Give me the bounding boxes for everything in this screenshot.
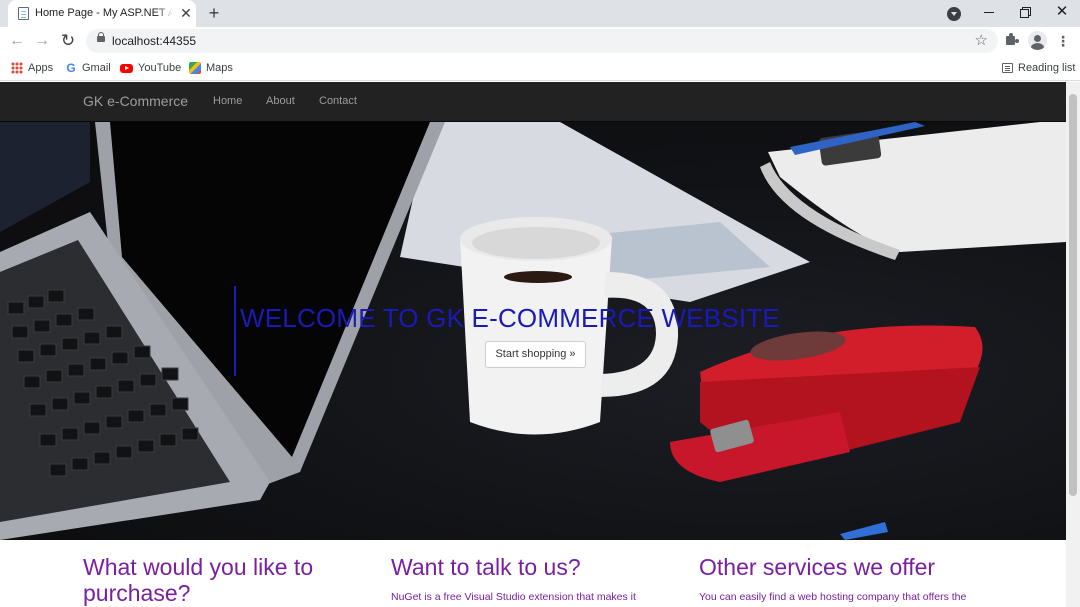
- apps-icon: [11, 62, 23, 75]
- tab-title: Home Page - My ASP.NET Application: [35, 7, 173, 19]
- bookmark-label: YouTube: [138, 62, 182, 74]
- gmail-icon: G: [66, 61, 76, 76]
- bookmark-gmail[interactable]: G Gmail: [65, 60, 111, 76]
- site-navbar: GK e-Commerce Home About Contact: [0, 82, 1066, 122]
- window-close-icon[interactable]: ✕: [1050, 2, 1074, 22]
- bookmark-label: Apps: [28, 62, 54, 74]
- column-text-services: You can easily find a web hosting compan…: [699, 591, 967, 603]
- start-shopping-button[interactable]: Start shopping »: [485, 341, 586, 368]
- page-favicon-icon: [18, 7, 29, 20]
- nav-link-about[interactable]: About: [266, 95, 295, 107]
- profile-avatar-icon[interactable]: [1028, 31, 1047, 50]
- forward-arrow-icon[interactable]: →: [32, 31, 52, 51]
- bookmarks-bar: Apps G Gmail YouTube Maps Reading list: [0, 55, 1080, 81]
- page-viewport: GK e-Commerce Home About Contact WELCOME…: [0, 82, 1066, 607]
- extensions-puzzle-icon[interactable]: [1004, 33, 1018, 47]
- hero-text-caret: [234, 286, 236, 376]
- new-tab-button[interactable]: +: [204, 3, 224, 23]
- bookmark-star-icon[interactable]: ☆: [975, 32, 988, 50]
- lock-icon[interactable]: [97, 32, 105, 42]
- url-text[interactable]: localhost:44355: [112, 34, 196, 48]
- minimize-icon[interactable]: [977, 2, 1001, 22]
- reading-list-icon: [1002, 63, 1013, 74]
- reading-list-button[interactable]: Reading list: [1002, 60, 1075, 76]
- back-arrow-icon[interactable]: ←: [7, 31, 27, 51]
- menu-kebab-icon[interactable]: ⋮: [1056, 31, 1070, 51]
- address-bar[interactable]: localhost:44355 ☆: [86, 29, 998, 53]
- column-heading-services: Other services we offer: [699, 554, 936, 580]
- restore-icon[interactable]: [1013, 2, 1037, 22]
- hero-title: WELCOME TO GK E-COMMERCE WEBSITE: [240, 303, 780, 333]
- close-tab-icon[interactable]: ✕: [178, 5, 194, 21]
- tab-strip: Home Page - My ASP.NET Application ✕ + ✕: [0, 0, 1080, 27]
- column-text-contact: NuGet is a free Visual Studio extension …: [391, 591, 636, 603]
- browser-toolbar: ← → ↻ localhost:44355 ☆ ⋮: [0, 27, 1080, 55]
- bookmark-label: Maps: [206, 62, 233, 74]
- column-heading-contact: Want to talk to us?: [391, 554, 581, 580]
- bookmark-apps[interactable]: Apps: [11, 60, 53, 76]
- column-heading-purchase: What would you like to purchase?: [83, 554, 314, 606]
- maps-icon: [189, 62, 201, 75]
- reload-icon[interactable]: ↻: [58, 31, 78, 51]
- scrollbar-thumb[interactable]: [1069, 94, 1077, 496]
- reading-list-label: Reading list: [1018, 62, 1076, 74]
- youtube-icon: [120, 63, 133, 73]
- hero-banner: WELCOME TO GK E-COMMERCE WEBSITE Start s…: [0, 122, 1066, 540]
- nav-link-contact[interactable]: Contact: [319, 95, 357, 107]
- nav-link-home[interactable]: Home: [213, 95, 242, 107]
- page-scrollbar[interactable]: [1066, 82, 1080, 607]
- browser-tab[interactable]: Home Page - My ASP.NET Application ✕: [8, 0, 196, 27]
- site-brand-link[interactable]: GK e-Commerce: [83, 93, 188, 109]
- bookmark-youtube[interactable]: YouTube: [120, 60, 181, 76]
- bookmark-maps[interactable]: Maps: [189, 60, 233, 76]
- bookmark-label: Gmail: [82, 62, 111, 74]
- tab-search-icon[interactable]: [947, 7, 961, 21]
